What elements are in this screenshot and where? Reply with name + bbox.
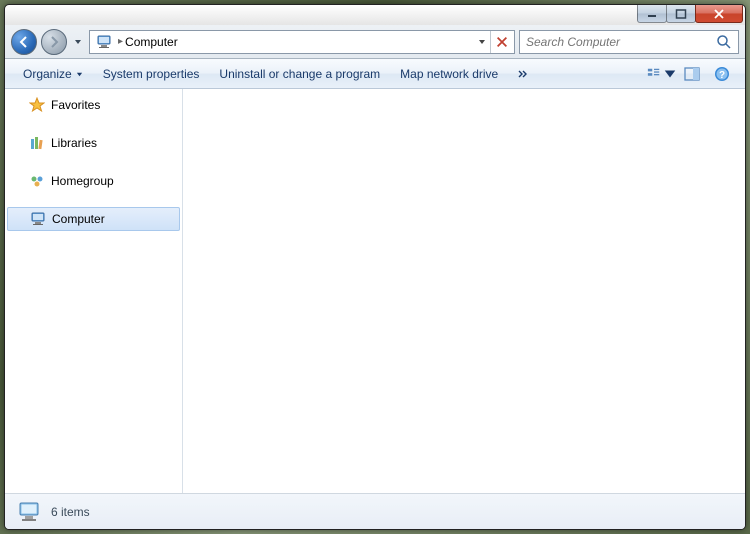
sidebar-item-favorites[interactable]: Favorites [5, 93, 182, 117]
close-button[interactable] [695, 5, 743, 23]
details-pane: 6 items [5, 493, 745, 529]
overflow-menu[interactable] [508, 65, 538, 83]
sidebar-item-label: Computer [52, 212, 105, 226]
breadcrumb-separator: ▸ [118, 36, 123, 47]
sidebar-item-label: Homegroup [51, 174, 114, 188]
explorer-window: ▸ Computer Organize System properties Un… [4, 4, 746, 530]
navigation-row: ▸ Computer [5, 25, 745, 59]
address-location[interactable]: Computer [125, 35, 474, 49]
nav-history-dropdown[interactable] [71, 32, 85, 52]
navigation-pane: Favorites Libraries Homegroup Computer [5, 89, 183, 493]
search-input[interactable] [526, 35, 716, 49]
titlebar [5, 5, 745, 25]
sidebar-item-libraries[interactable]: Libraries [5, 131, 182, 155]
sidebar-item-computer[interactable]: Computer [7, 207, 180, 231]
minimize-button[interactable] [637, 5, 667, 23]
sidebar-item-label: Libraries [51, 136, 97, 150]
uninstall-program-button[interactable]: Uninstall or change a program [209, 63, 390, 85]
search-icon[interactable] [716, 34, 732, 50]
organize-menu[interactable]: Organize [13, 63, 93, 85]
address-bar[interactable]: ▸ Computer [89, 30, 515, 54]
address-dropdown[interactable] [474, 38, 490, 46]
refresh-button[interactable] [490, 31, 512, 53]
computer-icon [96, 34, 112, 50]
computer-icon [30, 211, 46, 227]
svg-text:?: ? [719, 70, 725, 81]
sidebar-item-homegroup[interactable]: Homegroup [5, 169, 182, 193]
sidebar-item-label: Favorites [51, 98, 100, 112]
status-text: 6 items [51, 505, 90, 519]
help-button[interactable]: ? [707, 63, 737, 85]
preview-pane-button[interactable] [677, 63, 707, 85]
view-options-button[interactable] [647, 63, 677, 85]
computer-icon [17, 500, 41, 524]
items-view[interactable] [183, 89, 745, 493]
star-icon [29, 97, 45, 113]
libraries-icon [29, 135, 45, 151]
system-properties-button[interactable]: System properties [93, 63, 210, 85]
back-button[interactable] [11, 29, 37, 55]
maximize-button[interactable] [666, 5, 696, 23]
organize-label: Organize [23, 67, 72, 81]
search-box[interactable] [519, 30, 739, 54]
content-area: Favorites Libraries Homegroup Computer [5, 89, 745, 493]
forward-button[interactable] [41, 29, 67, 55]
chevron-down-icon [76, 67, 83, 81]
map-network-drive-button[interactable]: Map network drive [390, 63, 508, 85]
homegroup-icon [29, 173, 45, 189]
command-bar: Organize System properties Uninstall or … [5, 59, 745, 89]
